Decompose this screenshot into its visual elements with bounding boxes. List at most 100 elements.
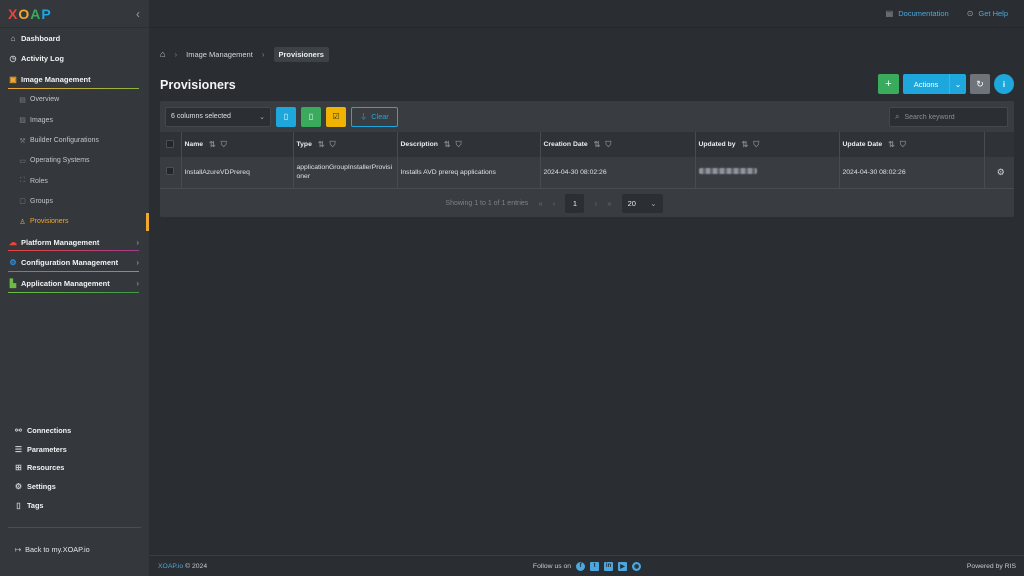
column-header-label: Updated by: [698, 141, 736, 148]
chevron-down-icon: ⌄: [259, 113, 265, 121]
sort-icon[interactable]: ⇅: [742, 140, 749, 149]
sidebar-item-connections[interactable]: ⚯ Connections: [0, 421, 150, 440]
next-page-icon[interactable]: ›: [594, 199, 597, 208]
refresh-icon: ↻: [976, 78, 984, 89]
filter-icon[interactable]: ⛉: [900, 140, 906, 150]
get-help-link[interactable]: ⊙ Get Help: [967, 9, 1008, 18]
sidebar-item-configuration-management[interactable]: ⚙ Configuration Management ›: [0, 252, 149, 273]
social-links: Follow us on f t in ▶ ◉: [533, 561, 642, 571]
search-input[interactable]: [904, 113, 1000, 121]
cell-updated-by: [695, 157, 840, 189]
row-select-cell: [160, 157, 182, 189]
sidebar-subitem-label: Roles: [30, 177, 48, 185]
chevron-right-icon: ›: [136, 258, 139, 268]
rows-per-page-value: 20: [627, 198, 636, 208]
sort-icon[interactable]: ⇅: [888, 140, 895, 149]
sidebar-item-resources[interactable]: ⊞ Resources: [0, 458, 150, 477]
back-to-portal-link[interactable]: ↦ Back to my.XOAP.io: [15, 545, 90, 554]
export-csv-button[interactable]: ▯: [276, 106, 296, 127]
sidebar-item-activity-log[interactable]: ◷ Activity Log: [0, 49, 149, 70]
column-header-type[interactable]: Type ⇅ ⛉: [293, 132, 398, 157]
column-header-update-date[interactable]: Update Date ⇅ ⛉: [839, 132, 985, 157]
column-header-label: Description: [400, 141, 438, 148]
sort-icon[interactable]: ⇅: [318, 140, 325, 149]
column-header-updated-by[interactable]: Updated by ⇅ ⛉: [695, 132, 840, 157]
xoap-logo[interactable]: XOAP: [8, 6, 52, 22]
sidebar-item-image-management[interactable]: ▣ Image Management: [0, 69, 149, 90]
sidebar-subitem-builder-configurations[interactable]: ⚒ Builder Configurations: [0, 130, 149, 150]
home-icon[interactable]: ⌂: [160, 49, 165, 59]
column-header-description[interactable]: Description ⇅ ⛉: [397, 132, 541, 157]
table-row[interactable]: InstallAzureVDPrereq applicationGroupIns…: [160, 157, 1015, 189]
book-icon: ▤: [885, 9, 894, 18]
table-toolbar: 6 columns selected ⌄ ▯ ▯ ☑ ⏚ Clear: [160, 101, 1014, 132]
config-icon: ⚙: [9, 258, 17, 268]
previous-page-icon[interactable]: ‹: [553, 199, 556, 208]
builder-icon: ⚒: [19, 137, 26, 145]
chevron-right-icon: ›: [136, 237, 139, 247]
chevron-left-icon[interactable]: ‹: [136, 7, 140, 21]
sidebar-subitem-groups[interactable]: ▢ Groups: [0, 191, 149, 211]
sidebar-item-tags[interactable]: ▯ Tags: [0, 496, 150, 515]
github-icon[interactable]: ◉: [632, 561, 642, 571]
sort-icon[interactable]: ⇅: [594, 140, 601, 149]
documentation-link[interactable]: ▤ Documentation: [886, 9, 949, 18]
sidebar-subitem-label: Overview: [30, 96, 60, 104]
sidebar-subitem-label: Groups: [30, 197, 53, 205]
sidebar-subitem-overview[interactable]: ▤ Overview: [0, 90, 149, 110]
apps-icon: ▙: [9, 278, 17, 288]
footer-brand-link[interactable]: XOAP.io: [158, 563, 183, 570]
sidebar-subitem-label: Builder Configurations: [30, 137, 99, 145]
facebook-icon[interactable]: f: [576, 561, 586, 571]
sort-icon[interactable]: ⇅: [444, 140, 451, 149]
sidebar-subitem-roles[interactable]: ⛶ Roles: [0, 171, 149, 191]
select-all-checkbox[interactable]: [166, 139, 174, 148]
sign-out-icon: ↦: [15, 545, 22, 554]
youtube-icon[interactable]: ▶: [618, 561, 628, 571]
info-button[interactable]: i: [994, 74, 1014, 94]
select-rows-button[interactable]: ☑: [326, 106, 346, 127]
actions-dropdown[interactable]: Actions ⌄: [903, 74, 966, 94]
row-checkbox[interactable]: [166, 166, 174, 175]
home-icon: ⌂: [10, 33, 16, 43]
clear-filters-button[interactable]: ⏚ Clear: [351, 106, 398, 127]
sidebar-item-dashboard[interactable]: ⌂ Dashboard: [0, 28, 149, 49]
column-header-name[interactable]: Name ⇅ ⛉: [181, 132, 294, 157]
gear-icon[interactable]: ⚙: [988, 167, 1015, 178]
sidebar-item-application-management[interactable]: ▙ Application Management ›: [0, 273, 149, 294]
pagination-summary: Showing 1 to 1 of 1 entries: [445, 199, 529, 207]
twitter-icon[interactable]: t: [590, 561, 600, 571]
columns-select[interactable]: 6 columns selected ⌄: [165, 106, 271, 127]
provisioner-icon: ♙: [19, 218, 26, 226]
sidebar-bottom-nav: ⚯ Connections ☰ Parameters ⊞ Resources ⚙…: [0, 421, 150, 514]
filter-icon[interactable]: ⛉: [605, 140, 611, 150]
footer-copyright-text: © 2024: [185, 562, 208, 570]
breadcrumb-image-management[interactable]: Image Management: [186, 50, 253, 59]
rows-per-page-select[interactable]: 20 ⌄: [621, 193, 663, 213]
table-header-row: Name ⇅ ⛉ Type ⇅ ⛉ Description ⇅ ⛉ Creation Dat…: [160, 132, 1014, 157]
sidebar-subitem-operating-systems[interactable]: ▭ Operating Systems: [0, 151, 149, 171]
add-button[interactable]: +: [878, 74, 899, 94]
refresh-button[interactable]: ↻: [970, 74, 990, 94]
last-page-icon[interactable]: »: [607, 199, 611, 208]
sidebar-subitem-provisioners[interactable]: ♙ Provisioners: [0, 212, 149, 232]
sidebar-item-parameters[interactable]: ☰ Parameters: [0, 440, 150, 459]
filter-icon[interactable]: ⛉: [330, 140, 336, 150]
filter-icon[interactable]: ⛉: [221, 140, 227, 150]
filter-icon[interactable]: ⛉: [753, 140, 759, 150]
sidebar: XOAP ‹ ⌂ Dashboard ◷ Activity Log ▣ Imag…: [0, 0, 150, 576]
sidebar-item-platform-management[interactable]: ☁ Platform Management ›: [0, 232, 149, 253]
export-excel-button[interactable]: ▯: [301, 106, 321, 127]
cell-description: Installs AVD prereq applications: [397, 157, 541, 189]
first-page-icon[interactable]: «: [538, 199, 542, 208]
sidebar-subitem-images[interactable]: ▨ Images: [0, 110, 149, 130]
filter-icon[interactable]: ⛉: [456, 140, 462, 150]
actions-label: Actions: [913, 79, 939, 89]
current-page-button[interactable]: 1: [565, 193, 585, 213]
pagination: Showing 1 to 1 of 1 entries « ‹ 1 › » 20…: [160, 189, 1014, 218]
sidebar-item-label: Dashboard: [21, 33, 61, 43]
sidebar-item-settings[interactable]: ⚙ Settings: [0, 477, 150, 496]
column-header-creation-date[interactable]: Creation Date ⇅ ⛉: [540, 132, 696, 157]
linkedin-icon[interactable]: in: [604, 561, 614, 571]
sort-icon[interactable]: ⇅: [209, 140, 216, 149]
